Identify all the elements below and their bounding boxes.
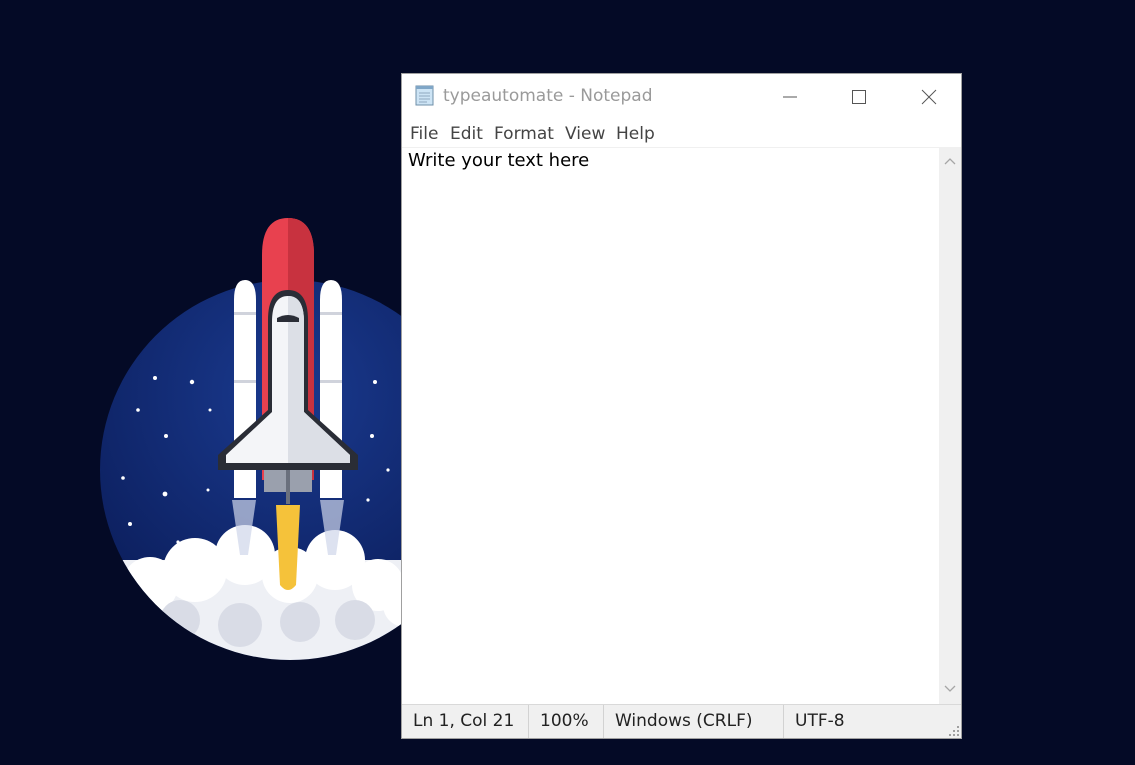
status-line-ending: Windows (CRLF) (604, 705, 784, 738)
scroll-up-arrow-icon[interactable] (944, 156, 956, 166)
status-bar: Ln 1, Col 21 100% Windows (CRLF) UTF-8 (402, 704, 961, 738)
resize-grip-icon[interactable] (948, 725, 960, 737)
menu-bar: File Edit Format View Help (402, 120, 961, 148)
scroll-down-arrow-icon[interactable] (944, 684, 956, 694)
menu-view[interactable]: View (562, 124, 608, 144)
editor-content[interactable]: Write your text here (408, 150, 589, 171)
menu-help[interactable]: Help (613, 124, 658, 144)
menu-edit[interactable]: Edit (447, 124, 486, 144)
text-editor-area[interactable]: Write your text here (402, 148, 939, 704)
menu-file[interactable]: File (407, 124, 441, 144)
notepad-icon (413, 83, 437, 107)
status-zoom-level: 100% (529, 705, 604, 738)
notepad-window[interactable]: typeautomate - Notepad File Edit Format … (401, 73, 962, 739)
rocket-shuttle-illustration (218, 218, 358, 590)
close-button[interactable] (894, 74, 964, 120)
maximize-icon (852, 90, 866, 104)
menu-format[interactable]: Format (491, 124, 557, 144)
minimize-icon (783, 96, 797, 98)
vertical-scrollbar[interactable] (939, 148, 961, 704)
close-icon (921, 89, 937, 105)
status-cursor-position: Ln 1, Col 21 (402, 705, 529, 738)
window-title: typeautomate - Notepad (443, 86, 653, 106)
title-bar[interactable]: typeautomate - Notepad (402, 74, 961, 120)
status-encoding: UTF-8 (795, 711, 845, 731)
maximize-button[interactable] (824, 74, 894, 120)
minimize-button[interactable] (755, 74, 825, 120)
